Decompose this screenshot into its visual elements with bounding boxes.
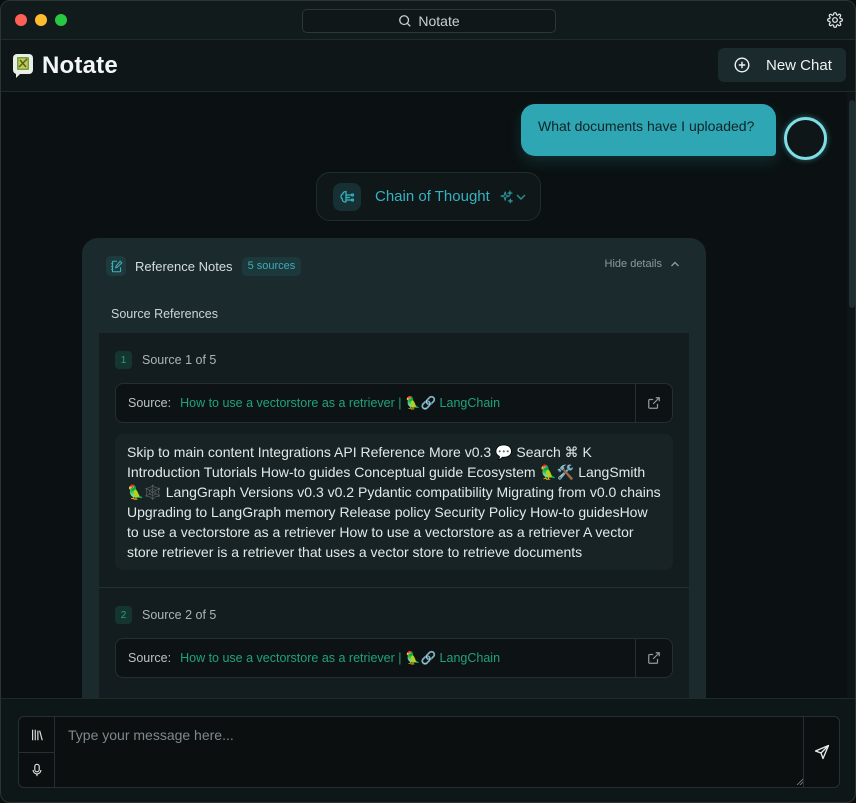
sparkles-icon [500, 189, 513, 203]
library-button[interactable] [19, 717, 54, 752]
microphone-button[interactable] [19, 752, 54, 787]
source-link[interactable]: How to use a vectorstore as a retriever … [180, 396, 500, 411]
source-item: 1 Source 1 of 5 Source: How to use a vec… [99, 333, 689, 587]
source-item: 2 Source 2 of 5 Source: How to use a vec… [99, 587, 689, 678]
notebook-pen-icon [106, 256, 126, 276]
app-logo-icon [13, 54, 33, 78]
composer-box [18, 716, 840, 788]
source-references-heading: Source References [111, 307, 219, 321]
chat-area: What documents have I uploaded? Chain of… [1, 92, 855, 698]
app-header: Notate New Chat [1, 40, 855, 92]
user-message-bubble: What documents have I uploaded? [521, 104, 776, 156]
title-bar: Notate [1, 1, 855, 40]
source-label: Source 1 of 5 [142, 353, 217, 367]
external-link-icon [648, 652, 660, 664]
source-number: 2 [115, 606, 132, 624]
user-message-text: What documents have I uploaded? [538, 118, 755, 134]
source-link-label: Source: [128, 396, 172, 410]
message-composer [1, 698, 855, 802]
scroll-track[interactable] [847, 92, 855, 698]
chevron-up-icon [671, 261, 679, 267]
new-chat-button[interactable]: New Chat [718, 48, 846, 82]
reference-notes-header: Reference Notes 5 sources [106, 256, 302, 276]
app-title: Notate [42, 52, 118, 79]
source-link[interactable]: How to use a vectorstore as a retriever … [180, 651, 500, 666]
chevron-down-icon [516, 194, 526, 200]
window-search-title: Notate [418, 13, 460, 29]
source-number: 1 [115, 351, 132, 369]
library-icon [31, 729, 43, 740]
sources-count-badge: 5 sources [241, 256, 302, 276]
chain-of-thought-label: Chain of Thought [375, 188, 490, 205]
hide-details-label: Hide details [604, 258, 662, 270]
window-search-bar[interactable]: Notate [302, 9, 556, 33]
microphone-icon [31, 763, 42, 777]
hide-details-button[interactable]: Hide details [605, 258, 680, 270]
external-link-icon [648, 397, 660, 409]
search-icon [399, 15, 412, 27]
gear-icon[interactable] [827, 12, 843, 28]
user-avatar [784, 117, 827, 160]
open-source-button[interactable] [635, 384, 672, 422]
minimize-window-button[interactable] [35, 14, 47, 26]
zoom-window-button[interactable] [55, 14, 67, 26]
source-list: 1 Source 1 of 5 Source: How to use a vec… [99, 332, 689, 698]
source-link-label: Source: [128, 651, 172, 665]
scrollbar-thumb[interactable] [849, 100, 855, 308]
message-input[interactable] [55, 717, 804, 787]
plus-circle-icon [734, 57, 750, 73]
chain-of-thought-toggle[interactable]: Chain of Thought [316, 172, 541, 221]
open-source-button[interactable] [635, 639, 672, 677]
source-content: Skip to main content Integrations API Re… [115, 434, 673, 570]
reference-notes-panel: Reference Notes 5 sources Hide details S… [82, 238, 706, 698]
send-icon [814, 744, 829, 760]
reference-notes-title: Reference Notes [135, 258, 233, 274]
resize-grip-icon[interactable] [796, 778, 803, 785]
composer-side-buttons [19, 717, 55, 787]
app-window: Notate Notate New Chat What documents ha… [0, 0, 856, 803]
close-window-button[interactable] [15, 14, 27, 26]
source-link-box: Source: How to use a vectorstore as a re… [115, 383, 673, 423]
brain-icon [333, 182, 361, 211]
source-label: Source 2 of 5 [142, 608, 217, 622]
send-button[interactable] [803, 717, 839, 787]
new-chat-label: New Chat [766, 56, 832, 74]
source-link-box: Source: How to use a vectorstore as a re… [115, 638, 673, 678]
